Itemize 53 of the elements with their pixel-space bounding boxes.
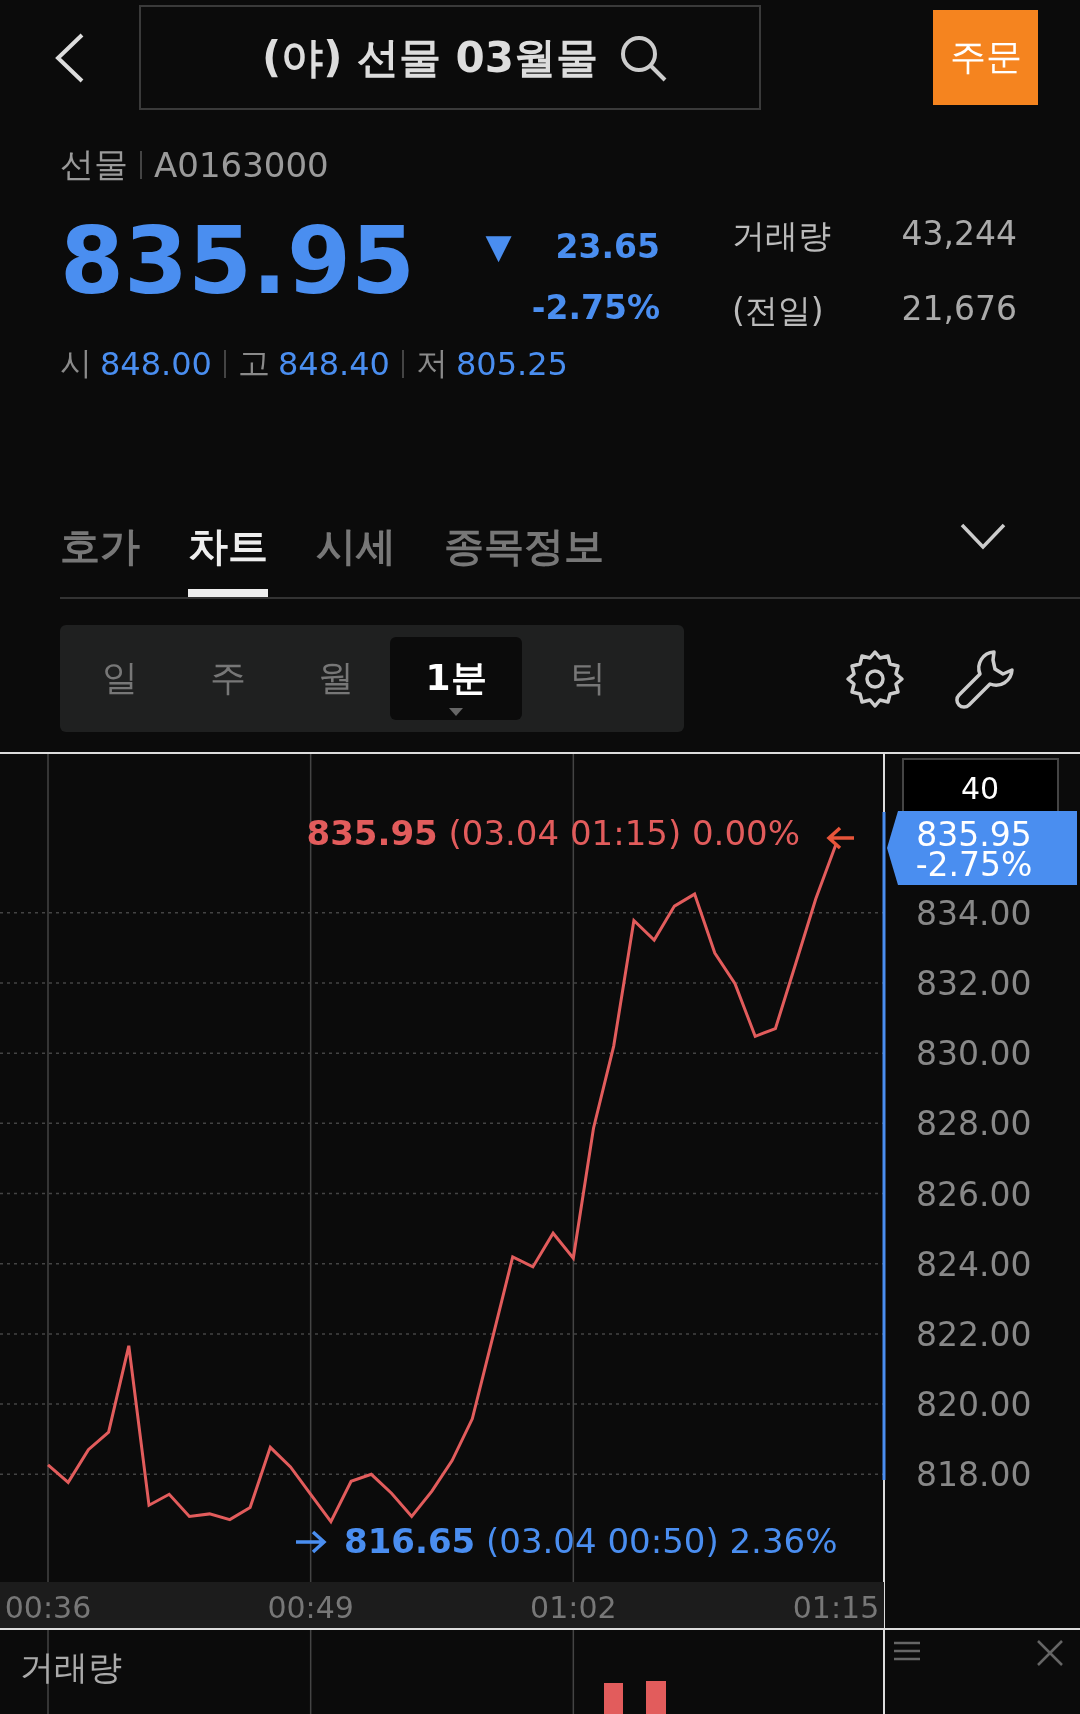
tab[interactable]: 종목정보 xyxy=(444,492,604,597)
price-change: 23.65 xyxy=(555,226,660,266)
close-icon[interactable] xyxy=(1036,1639,1064,1667)
wrench-icon[interactable] xyxy=(954,647,1016,710)
y-axis-label: 826.00 xyxy=(916,1174,1032,1214)
y-axis-label: 820.00 xyxy=(916,1385,1032,1425)
chevron-down-icon[interactable] xyxy=(960,522,1006,550)
period-button[interactable]: 주 xyxy=(174,637,282,720)
tab[interactable]: 호가 xyxy=(60,492,140,597)
volume-value: 43,244 xyxy=(901,214,1017,255)
volume-panel-title: 거래량 xyxy=(20,1647,122,1687)
y-axis-label: 830.00 xyxy=(916,1034,1032,1074)
volume-bars-drawing xyxy=(604,1681,666,1714)
price-label: 고 xyxy=(237,343,270,384)
down-triangle-symbol: ▼ xyxy=(485,226,512,266)
caret-icon xyxy=(449,708,463,716)
period-button[interactable]: 1분 xyxy=(390,637,522,720)
price-value: 848.40 xyxy=(277,345,390,383)
x-axis-label: 01:02 xyxy=(530,1590,617,1625)
y-axis-label: 824.00 xyxy=(916,1244,1032,1284)
price-label: 시 xyxy=(60,343,92,384)
y-axis-label: 828.00 xyxy=(916,1104,1032,1144)
y-axis-label: 822.00 xyxy=(916,1314,1032,1354)
price-label: 저 xyxy=(415,343,448,384)
menu-icon[interactable] xyxy=(892,1641,922,1661)
previous-day-label: (전일) xyxy=(732,290,825,332)
tab[interactable]: 시세 xyxy=(316,492,396,597)
low-price-label: 816.65 (03.04 00:50) 2.36% xyxy=(344,1521,838,1561)
x-axis-label: 00:49 xyxy=(267,1590,354,1625)
left-arrow-icon xyxy=(826,826,856,850)
previous-volume-value: 21,676 xyxy=(901,289,1017,330)
high-price-label: 835.95 (03.04 01:15) 0.00% xyxy=(306,813,800,853)
right-arrow-icon xyxy=(294,1530,327,1554)
period-button[interactable]: 월 xyxy=(282,637,390,720)
settings-icon[interactable] xyxy=(844,647,906,710)
search-field[interactable]: (야) 선물 03월물 xyxy=(139,5,761,110)
category-label: 선물 xyxy=(60,143,128,186)
x-axis-label: 01:15 xyxy=(792,1590,880,1625)
period-button[interactable]: 일 xyxy=(66,637,174,720)
price-value: 805.25 xyxy=(455,345,568,383)
volume-label: 거래량 xyxy=(732,215,831,257)
y-axis-label: 818.00 xyxy=(916,1455,1032,1495)
current-price: 835.95 xyxy=(60,208,417,315)
y-axis-label: 832.00 xyxy=(916,963,1032,1003)
period-button[interactable]: 틱 xyxy=(522,637,654,720)
product-title: (야) 선물 03월물 xyxy=(261,31,599,84)
order-button[interactable]: 주문 xyxy=(933,10,1038,105)
price-value: 848.00 xyxy=(100,345,212,383)
y-axis-label: 834.00 xyxy=(916,893,1032,933)
x-axis-label: 00:36 xyxy=(4,1590,92,1625)
tab[interactable]: 차트 xyxy=(188,492,268,597)
product-code: A0163000 xyxy=(154,145,329,185)
change-rate: -2.75% xyxy=(531,288,660,327)
